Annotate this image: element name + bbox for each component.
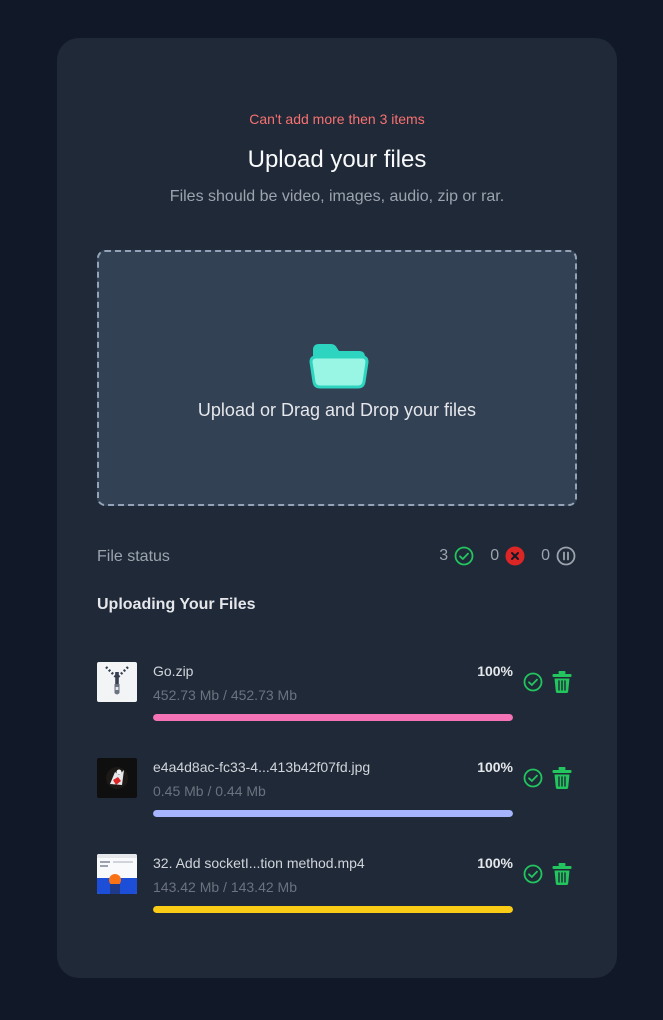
page-title: Upload your files: [247, 146, 427, 173]
page-subtitle: Files should be video, images, audio, zi…: [169, 188, 505, 205]
progress-fill: [153, 810, 513, 817]
file-size: 143.42 Mb / 143.42 Mb: [153, 879, 297, 895]
upload-card: Can't add more then 3 items Upload your …: [57, 38, 617, 978]
file-status-label: File status: [97, 548, 170, 565]
dropzone-text: Upload or Drag and Drop your files: [197, 400, 477, 420]
file-name: 32. Add socketI...tion method.mp4: [153, 855, 365, 871]
check-circle-icon[interactable]: [523, 768, 543, 788]
failed-count: 0: [490, 547, 500, 564]
video-thumbnail: [97, 854, 137, 894]
file-size: 452.73 Mb / 452.73 Mb: [153, 687, 297, 703]
pause-circle-icon: [556, 546, 576, 566]
zip-icon: [97, 662, 137, 702]
progress-fill: [153, 906, 513, 913]
progress-bar: [153, 714, 513, 721]
progress-bar: [153, 810, 513, 817]
trash-icon[interactable]: [551, 766, 573, 790]
file-row: e4a4d8ac-fc33-4...413b42f07fd.jpg 0.45 M…: [97, 758, 577, 822]
file-size: 0.45 Mb / 0.44 Mb: [153, 783, 266, 799]
check-circle-icon[interactable]: [523, 672, 543, 692]
file-name: e4a4d8ac-fc33-4...413b42f07fd.jpg: [153, 759, 371, 775]
folder-icon: [309, 344, 369, 389]
file-percent: 100%: [477, 855, 513, 871]
upload-dropzone[interactable]: Upload or Drag and Drop your files: [97, 250, 577, 506]
file-status-counts: 3 0 0: [439, 546, 576, 566]
file-percent: 100%: [477, 759, 513, 775]
progress-fill: [153, 714, 513, 721]
file-row: Go.zip 452.73 Mb / 452.73 Mb 100%: [97, 662, 577, 726]
file-percent: 100%: [477, 663, 513, 679]
image-thumbnail: [97, 758, 137, 798]
completed-count: 3: [439, 547, 449, 564]
error-message: Can't add more then 3 items: [249, 111, 425, 127]
uploading-section-title: Uploading Your Files: [97, 596, 256, 613]
error-circle-icon: [505, 546, 525, 566]
file-row: 32. Add socketI...tion method.mp4 143.42…: [97, 854, 577, 918]
check-circle-icon[interactable]: [523, 864, 543, 884]
check-circle-icon: [454, 546, 474, 566]
file-name: Go.zip: [153, 663, 194, 679]
paused-count: 0: [541, 547, 550, 564]
trash-icon[interactable]: [551, 862, 573, 886]
trash-icon[interactable]: [551, 670, 573, 694]
progress-bar: [153, 906, 513, 913]
